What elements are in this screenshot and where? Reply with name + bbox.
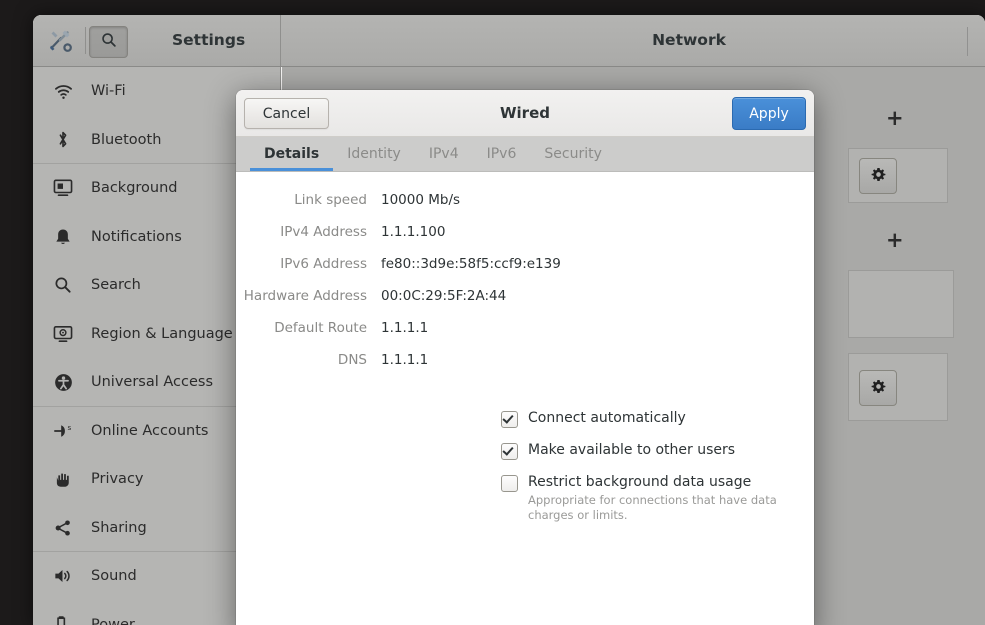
add-connection-button-2[interactable]: + bbox=[886, 230, 904, 251]
detail-row-link-speed: Link speed 10000 Mb/s bbox=[236, 192, 814, 224]
search-icon bbox=[51, 275, 75, 295]
network-row-2 bbox=[848, 270, 954, 338]
detail-value: 00:0C:29:5F:2A:44 bbox=[381, 288, 507, 304]
option-description: Appropriate for connections that have da… bbox=[528, 493, 777, 522]
header-divider bbox=[85, 27, 86, 54]
detail-value: 1.1.1.1 bbox=[381, 352, 429, 368]
tab-security[interactable]: Security bbox=[530, 137, 616, 171]
sidebar-item-label: Power bbox=[91, 616, 135, 625]
gear-icon bbox=[871, 379, 886, 398]
desktop: Settings Network Wi-Fi Bluetooth Backgro… bbox=[0, 0, 985, 625]
network-row-1 bbox=[848, 148, 948, 203]
sidebar-item-label: Bluetooth bbox=[91, 131, 162, 148]
option-label: Connect automatically bbox=[528, 410, 686, 426]
share-icon bbox=[51, 518, 75, 538]
detail-label: Default Route bbox=[274, 320, 367, 336]
apply-button[interactable]: Apply bbox=[732, 97, 806, 130]
search-icon bbox=[101, 32, 117, 52]
header-bar: Settings Network bbox=[33, 15, 985, 67]
detail-label: IPv6 Address bbox=[280, 256, 367, 272]
dialog-tabs: Details Identity IPv4 IPv6 Security bbox=[236, 137, 814, 172]
detail-row-hardware-address: Hardware Address 00:0C:29:5F:2A:44 bbox=[236, 288, 814, 320]
sidebar-item-label: Wi-Fi bbox=[91, 83, 126, 100]
sidebar-item-label: Background bbox=[91, 180, 178, 197]
detail-row-default-route: Default Route 1.1.1.1 bbox=[236, 320, 814, 352]
connect-automatically-checkbox[interactable] bbox=[501, 411, 518, 428]
detail-value: 1.1.1.100 bbox=[381, 224, 446, 240]
tab-details[interactable]: Details bbox=[250, 137, 334, 171]
connection-options-list: Connect automatically Make available to … bbox=[236, 408, 814, 523]
option-label: Make available to other users bbox=[528, 442, 736, 458]
option-label: Restrict background data usage bbox=[528, 474, 752, 490]
detail-label: Hardware Address bbox=[243, 288, 367, 304]
detail-label: Link speed bbox=[294, 192, 367, 208]
sidebar-item-label: Privacy bbox=[91, 471, 144, 488]
tab-ipv4[interactable]: IPv4 bbox=[415, 137, 473, 171]
dialog-header: Cancel Wired Apply bbox=[236, 90, 814, 137]
sidebar-item-label: Notifications bbox=[91, 228, 182, 245]
hand-icon bbox=[51, 469, 75, 489]
restrict-background-data-checkbox[interactable] bbox=[501, 475, 518, 492]
detail-row-ipv4-address: IPv4 Address 1.1.1.100 bbox=[236, 224, 814, 256]
wired-connection-dialog: Cancel Wired Apply Details Identity IPv4… bbox=[236, 90, 814, 625]
sidebar-item-label: Region & Language bbox=[91, 325, 233, 342]
option-connect-automatically[interactable]: Connect automatically bbox=[501, 408, 814, 428]
wifi-icon bbox=[51, 81, 75, 101]
detail-label: DNS bbox=[337, 352, 367, 368]
search-button[interactable] bbox=[89, 26, 128, 58]
dialog-body: Link speed 10000 Mb/s IPv4 Address 1.1.1… bbox=[236, 172, 814, 625]
region-icon bbox=[51, 324, 75, 344]
detail-row-ipv6-address: IPv6 Address fe80::3d9e:58f5:ccf9:e139 bbox=[236, 256, 814, 288]
network-settings-button-2[interactable] bbox=[859, 370, 897, 406]
detail-value: 10000 Mb/s bbox=[381, 192, 461, 208]
add-connection-button-1[interactable]: + bbox=[886, 108, 904, 129]
battery-icon bbox=[51, 615, 75, 625]
detail-value: fe80::3d9e:58f5:ccf9:e139 bbox=[381, 256, 561, 272]
sidebar-item-label: Universal Access bbox=[91, 374, 214, 391]
option-restrict-background-data[interactable]: Restrict background data usage Appropria… bbox=[501, 472, 814, 523]
gear-icon bbox=[871, 167, 886, 186]
dialog-title: Wired bbox=[500, 104, 550, 122]
tab-identity[interactable]: Identity bbox=[333, 137, 415, 171]
tab-ipv6[interactable]: IPv6 bbox=[473, 137, 531, 171]
online-accounts-icon: s bbox=[51, 421, 75, 441]
accessibility-icon bbox=[51, 372, 75, 392]
detail-value: 1.1.1.1 bbox=[381, 320, 429, 336]
make-available-checkbox[interactable] bbox=[501, 443, 518, 460]
connection-details-list: Link speed 10000 Mb/s IPv4 Address 1.1.1… bbox=[236, 172, 814, 384]
network-settings-button-1[interactable] bbox=[859, 158, 897, 194]
detail-label: IPv4 Address bbox=[280, 224, 367, 240]
sidebar-item-label: Sound bbox=[91, 568, 137, 585]
bluetooth-icon bbox=[51, 130, 75, 150]
sidebar-item-label: Online Accounts bbox=[91, 422, 209, 439]
background-icon bbox=[51, 178, 75, 198]
svg-text:s: s bbox=[68, 423, 72, 432]
option-make-available-to-other-users[interactable]: Make available to other users bbox=[501, 440, 814, 460]
sidebar-item-label: Sharing bbox=[91, 519, 147, 536]
page-title: Network bbox=[652, 31, 726, 49]
sidebar-item-label: Search bbox=[91, 277, 141, 294]
speaker-icon bbox=[51, 566, 75, 586]
network-row-3 bbox=[848, 353, 948, 421]
bell-icon bbox=[51, 227, 75, 247]
header-right-separator bbox=[967, 27, 968, 56]
tools-icon bbox=[47, 27, 73, 53]
detail-row-dns: DNS 1.1.1.1 bbox=[236, 352, 814, 384]
